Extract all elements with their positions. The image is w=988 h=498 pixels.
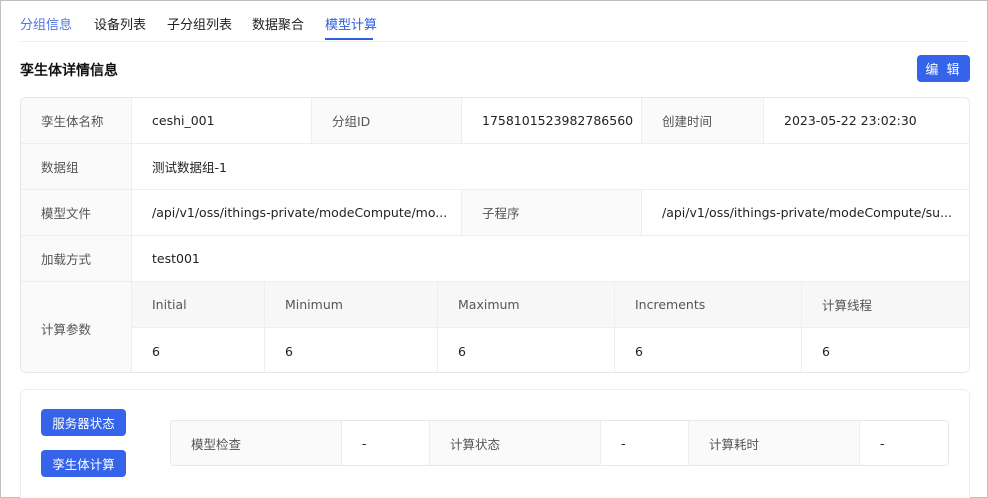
compute-time-value: - bbox=[860, 421, 948, 465]
params-label: 计算参数 bbox=[21, 282, 132, 372]
edit-button[interactable]: 编 辑 bbox=[917, 55, 970, 82]
created-label: 创建时间 bbox=[642, 98, 764, 144]
tab-data-aggregation[interactable]: 数据聚合 bbox=[252, 14, 304, 33]
group-id-value: 1758101523982786560 bbox=[462, 98, 642, 144]
created-value: 2023-05-22 23:02:30 bbox=[764, 98, 969, 144]
param-value-initial: 6 bbox=[132, 328, 265, 372]
model-file-label: 模型文件 bbox=[21, 190, 132, 236]
compute-status-label: 计算状态 bbox=[430, 421, 601, 465]
param-header-minimum: Minimum bbox=[265, 282, 438, 328]
compute-time-label: 计算耗时 bbox=[689, 421, 860, 465]
active-tab-indicator bbox=[325, 38, 373, 40]
status-table: 模型检查 - 计算状态 - 计算耗时 - bbox=[170, 420, 949, 466]
load-value: test001 bbox=[132, 236, 969, 282]
param-value-threads: 6 bbox=[802, 328, 969, 372]
name-value: ceshi_001 bbox=[132, 98, 312, 144]
tab-group-info[interactable]: 分组信息 bbox=[20, 14, 72, 33]
model-check-label: 模型检查 bbox=[171, 421, 342, 465]
data-group-value: 测试数据组-1 bbox=[132, 144, 969, 190]
section-title: 孪生体详情信息 bbox=[20, 63, 118, 79]
model-check-value: - bbox=[342, 421, 430, 465]
tab-device-list[interactable]: 设备列表 bbox=[94, 14, 146, 33]
param-header-initial: Initial bbox=[132, 282, 265, 328]
name-label: 孪生体名称 bbox=[21, 98, 132, 144]
compute-status-value: - bbox=[601, 421, 689, 465]
server-status-button[interactable]: 服务器状态 bbox=[41, 409, 126, 436]
twin-compute-button[interactable]: 孪生体计算 bbox=[41, 450, 126, 477]
param-value-maximum: 6 bbox=[438, 328, 615, 372]
param-header-increments: Increments bbox=[615, 282, 802, 328]
data-group-label: 数据组 bbox=[21, 144, 132, 190]
load-label: 加载方式 bbox=[21, 236, 132, 282]
group-id-label: 分组ID bbox=[312, 98, 462, 144]
param-header-maximum: Maximum bbox=[438, 282, 615, 328]
param-value-minimum: 6 bbox=[265, 328, 438, 372]
param-header-threads: 计算线程 bbox=[802, 282, 969, 328]
param-value-increments: 6 bbox=[615, 328, 802, 372]
tab-subgroup-list[interactable]: 子分组列表 bbox=[167, 14, 232, 33]
tab-model-compute[interactable]: 模型计算 bbox=[325, 14, 377, 33]
subprogram-label: 子程序 bbox=[462, 190, 642, 236]
subprogram-value: /api/v1/oss/ithings-private/modeCompute/… bbox=[642, 190, 969, 236]
tab-bar: 分组信息 设备列表 子分组列表 数据聚合 模型计算 bbox=[20, 0, 968, 42]
detail-table: 孪生体名称 ceshi_001 分组ID 1758101523982786560… bbox=[20, 97, 970, 373]
model-file-value: /api/v1/oss/ithings-private/modeCompute/… bbox=[132, 190, 462, 236]
